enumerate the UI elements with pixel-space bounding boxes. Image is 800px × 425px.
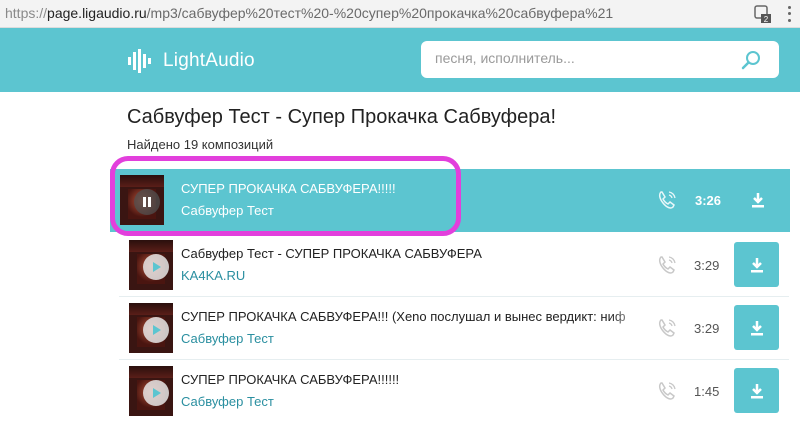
- phone-icon[interactable]: [656, 189, 678, 211]
- browser-url-bar[interactable]: https://page.ligaudio.ru/mp3/сабвуфер%20…: [0, 0, 800, 28]
- logo-text: LightAudio: [163, 50, 255, 71]
- url-path: /mp3/сабвуфер%20тест%20-%20супер%20прока…: [146, 5, 614, 21]
- track-row-active[interactable]: СУПЕР ПРОКАЧКА САБВУФЕРА!!!!! Сабвуфер Т…: [110, 169, 790, 232]
- pause-icon: [143, 197, 151, 207]
- page-title: Сабвуфер Тест - Супер Прокачка Сабвуфера…: [127, 106, 557, 128]
- album-cover[interactable]: [129, 366, 173, 416]
- search-icon[interactable]: [741, 49, 763, 71]
- extension-icon[interactable]: 2: [752, 4, 772, 24]
- track-duration: 3:29: [694, 321, 720, 336]
- play-button[interactable]: [143, 317, 169, 343]
- track-duration: 3:26: [695, 193, 722, 208]
- album-cover[interactable]: [129, 303, 173, 353]
- track-title: СУПЕР ПРОКАЧКА САБВУФЕРА!!! (Xeno послуш…: [181, 309, 626, 324]
- track-row[interactable]: СУПЕР ПРОКАЧКА САБВУФЕРА!!! (Xeno послуш…: [119, 297, 789, 360]
- download-button[interactable]: [734, 242, 779, 287]
- download-icon: [750, 383, 763, 398]
- search-input[interactable]: [435, 50, 735, 66]
- track-title: СУПЕР ПРОКАЧКА САБВУФЕРА!!!!!!: [181, 372, 400, 387]
- track-artist[interactable]: Сабвуфер Тест: [181, 394, 274, 409]
- pause-button[interactable]: [134, 189, 160, 215]
- search-box: [421, 41, 779, 78]
- download-icon: [750, 320, 763, 335]
- title-fade: [609, 307, 649, 327]
- play-icon: [153, 388, 161, 398]
- site-header: LightAudio: [0, 28, 800, 92]
- sound-wave-icon: [128, 49, 151, 73]
- play-button[interactable]: [143, 254, 169, 280]
- download-button[interactable]: [734, 368, 779, 413]
- browser-menu-icon[interactable]: [784, 4, 794, 24]
- phone-icon[interactable]: [656, 380, 678, 402]
- play-icon: [153, 325, 161, 335]
- download-icon: [750, 257, 763, 272]
- track-title: СУПЕР ПРОКАЧКА САБВУФЕРА!!!!!: [181, 181, 396, 196]
- url-protocol: https://: [5, 5, 48, 21]
- track-artist[interactable]: Сабвуфер Тест: [181, 331, 274, 346]
- album-cover[interactable]: [129, 240, 173, 290]
- track-duration: 1:45: [694, 384, 720, 399]
- download-button[interactable]: [735, 177, 780, 222]
- phone-icon[interactable]: [656, 254, 678, 276]
- play-button[interactable]: [143, 380, 169, 406]
- track-artist[interactable]: Сабвуфер Тест: [181, 203, 274, 218]
- track-artist[interactable]: KA4KA.RU: [181, 268, 245, 283]
- url-host: page.ligaudio.ru: [47, 5, 147, 21]
- extension-badge: 2: [764, 15, 769, 24]
- track-duration: 3:29: [694, 258, 720, 273]
- play-icon: [153, 262, 161, 272]
- download-icon: [751, 192, 764, 207]
- track-row[interactable]: Сабвуфер Тест - СУПЕР ПРОКАЧКА САБВУФЕРА…: [119, 234, 789, 297]
- url-text[interactable]: https://page.ligaudio.ru/mp3/сабвуфер%20…: [5, 5, 613, 21]
- phone-icon[interactable]: [656, 317, 678, 339]
- download-button[interactable]: [734, 305, 779, 350]
- logo[interactable]: LightAudio: [127, 49, 255, 73]
- album-cover[interactable]: [120, 175, 164, 225]
- track-row[interactable]: СУПЕР ПРОКАЧКА САБВУФЕРА!!!!!! Сабвуфер …: [119, 360, 789, 423]
- results-count: Найдено 19 композиций: [127, 137, 274, 152]
- track-title: Сабвуфер Тест - СУПЕР ПРОКАЧКА САБВУФЕРА: [181, 246, 482, 261]
